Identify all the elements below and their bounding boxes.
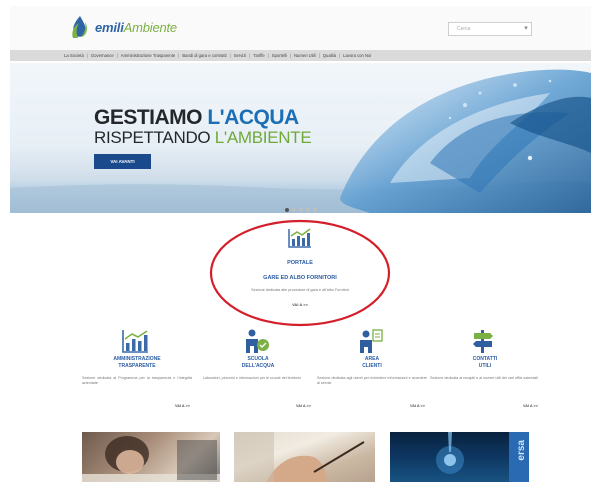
card-description: Sezione dedicata agli utenti per richied… [317,376,427,385]
logo-text-emili: emili [95,19,124,35]
site-logo[interactable]: emiliAmbiente [68,14,177,40]
site-header: emiliAmbiente Cerca ▾ [10,6,591,50]
card-description: Sezione dedicata al Programma per la tra… [82,376,192,385]
nav-item-numeri-utili[interactable]: Numeri Utili [292,53,318,58]
card-more-link[interactable]: VAI A >> [410,404,425,408]
school-icon [241,328,271,354]
card-more-link[interactable]: VAI A >> [296,404,311,408]
search-dropdown-icon[interactable]: ▾ [521,23,531,35]
hero-subline-highlight: L'AMBIENTE [214,128,312,147]
card-title[interactable]: SCUOLA DELL'ACQUA [203,356,313,370]
card-contatti: CONTATTI UTILI Sezione dedicata ai recap… [430,324,540,424]
card-scuola: SCUOLA DELL'ACQUA Laboratori, percorsi e… [203,324,313,424]
nav-item-lavora[interactable]: Lavora con Noi [341,53,373,58]
browser-page: emiliAmbiente Cerca ▾ La Società | Govern… [10,6,591,482]
nav-item-qualita[interactable]: Qualità [321,53,338,58]
slider-dot-4[interactable] [305,208,310,212]
news-thumbnail-2[interactable] [234,432,375,482]
nav-item-governance[interactable]: Governance [89,53,116,58]
slider-dot-2[interactable] [291,208,296,212]
card-title-line1: SCUOLA [247,356,269,362]
slider-dot-1[interactable] [284,208,289,212]
card-title[interactable]: CONTATTI UTILI [430,356,540,370]
portal-gare-section: PORTALE GARE ED ALBO FORNITORI Sezione d… [10,219,591,329]
nav-item-tariffe[interactable]: Tariffe [251,53,266,58]
chart-icon [287,227,313,249]
card-title-line2: CLIENTI [362,363,382,369]
main-navigation: La Società | Governance | Amministrazione … [10,50,591,61]
card-title[interactable]: AMMINISTRAZIONE TRASPARENTE [82,356,192,370]
card-description: Laboratori, percorsi e informazioni per … [203,376,302,380]
slider-pagination [10,208,591,212]
card-more-link[interactable]: VAI A >> [523,404,538,408]
drop-leaf-logo-icon [68,14,92,40]
nav-item-sportelli[interactable]: Sportelli [270,53,289,58]
search-input[interactable]: Cerca [457,26,521,32]
customer-area-icon [355,328,385,354]
hero-headline-highlight: L'ACQUA [207,106,299,129]
card-title-line1: AMMINISTRAZIONE [113,356,161,362]
chart-icon [120,328,150,354]
card-title-line2: DELL'ACQUA [241,363,275,369]
signpost-icon [468,328,498,354]
logo-wordmark: emiliAmbiente [95,20,177,35]
nav-item-societa[interactable]: La Società [62,53,86,58]
card-title-line2: TRASPARENTE [118,363,156,369]
slider-dot-5[interactable] [312,208,317,212]
card-title-line1: CONTATTI [472,356,498,362]
search-box[interactable]: Cerca ▾ [448,22,532,36]
news-thumbnail-3[interactable]: ersa [390,432,529,482]
card-title-line1: AREA [364,356,380,362]
card-title-line2: UTILI [478,363,492,369]
card-amministrazione: AMMINISTRAZIONE TRASPARENTE Sezione dedi… [82,324,192,424]
logo-text-ambiente: Ambiente [123,19,178,35]
card-area-clienti: AREA CLIENTI Sezione dedicata agli utent… [317,324,427,424]
card-title[interactable]: AREA CLIENTI [317,356,427,370]
thumbnail-vertical-label: ersa [516,440,527,461]
hands-writing-photo [234,432,375,482]
hero-headline-line2: RISPETTANDO L'AMBIENTE [94,128,312,147]
hero-cta-button[interactable]: VAI AVANTI [94,154,151,169]
portal-subtitle[interactable]: GARE ED ALBO FORNITORI [200,275,400,282]
slider-dot-3[interactable] [298,208,303,212]
hero-headline-line1: GESTIAMO L'ACQUA [94,107,299,129]
nav-item-bandi[interactable]: Bandi di gara e contratti [180,53,228,58]
hero-subline-text: RISPETTANDO [94,128,215,147]
card-description: Sezione dedicata ai recapiti e ai numeri… [430,376,538,380]
nav-item-amministrazione[interactable]: Amministrazione Trasparente [119,53,177,58]
portal-more-link[interactable]: VAI A >> [280,302,320,307]
portal-title[interactable]: PORTALE [200,260,400,267]
portal-description: Sezione dedicata alle procedure di gara … [251,288,349,292]
nav-item-servizi[interactable]: Servizi [232,53,249,58]
hero-headline-text: GESTIAMO [94,106,208,129]
card-more-link[interactable]: VAI A >> [175,404,190,408]
child-writing-photo [82,436,220,482]
news-thumbnail-1[interactable] [82,432,220,482]
hero-banner: GESTIAMO L'ACQUA RISPETTANDO L'AMBIENTE … [10,63,591,213]
